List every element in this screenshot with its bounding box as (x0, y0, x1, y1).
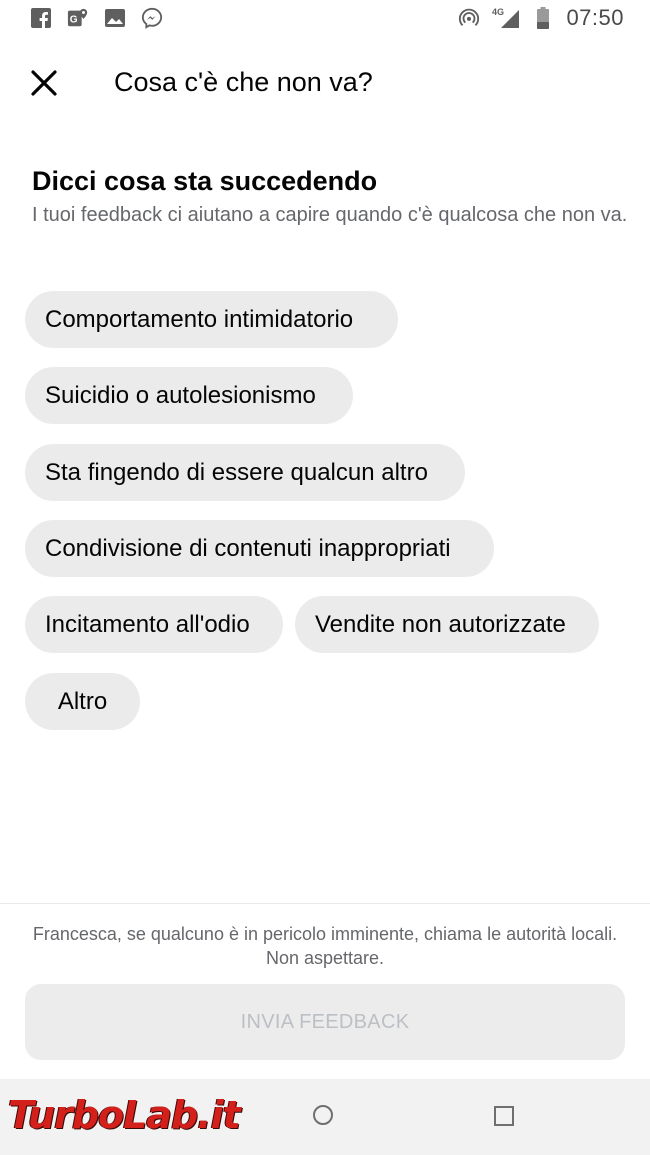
section-description: I tuoi feedback ci aiutano a capire quan… (32, 204, 628, 226)
facebook-icon (30, 7, 52, 29)
status-bar-notifications: G (30, 7, 163, 29)
section-title: Dicci cosa sta succedendo (32, 166, 378, 196)
status-bar: G 4G 07:50 (0, 0, 650, 38)
footer-divider (0, 903, 650, 904)
emergency-note: Francesca, se qualcuno è in pericolo imm… (32, 924, 618, 968)
svg-text:G: G (70, 15, 78, 26)
svg-text:4G: 4G (492, 7, 504, 17)
option-chip[interactable]: Incitamento all'odio (25, 596, 283, 653)
close-icon (31, 70, 57, 96)
option-chip[interactable]: Sta fingendo di essere qualcun altro (25, 444, 465, 501)
system-nav-bar: TurboLab.it (0, 1079, 650, 1155)
battery-icon (532, 7, 554, 29)
close-button[interactable] (26, 65, 62, 101)
signal-icon: 4G (492, 7, 520, 29)
option-chip[interactable]: Vendite non autorizzate (295, 596, 599, 653)
submit-feedback-button[interactable]: INVIA FEEDBACK (25, 984, 625, 1060)
option-chip[interactable]: Altro (25, 673, 140, 730)
maps-icon: G (67, 7, 89, 29)
home-button[interactable] (313, 1105, 333, 1125)
status-time: 07:50 (566, 5, 624, 30)
option-chip[interactable]: Comportamento intimidatorio (25, 291, 398, 348)
option-chip[interactable]: Suicidio o autolesionismo (25, 367, 353, 424)
option-chip[interactable]: Condivisione di contenuti inappropriati (25, 520, 494, 577)
recent-apps-button[interactable] (494, 1106, 514, 1126)
status-bar-system: 4G 07:50 (458, 5, 624, 31)
messenger-icon (141, 7, 163, 29)
page-title: Cosa c'è che non va? (114, 67, 373, 97)
gallery-icon (104, 7, 126, 29)
header: Cosa c'è che non va? (0, 55, 650, 111)
hotspot-icon (458, 7, 480, 29)
watermark-logo: TurboLab.it (8, 1093, 241, 1137)
